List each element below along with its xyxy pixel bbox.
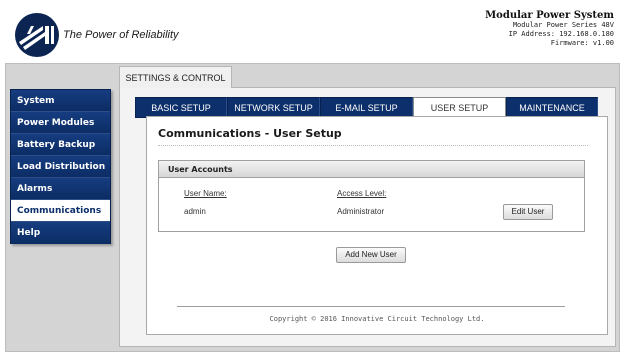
sidebar-item-power-modules[interactable]: Power Modules: [11, 112, 110, 134]
ip-address: IP Address: 192.168.0.180: [508, 30, 614, 38]
copyright: Copyright © 2016 Innovative Circuit Tech…: [269, 315, 485, 323]
system-model: Modular Power Series 48V: [512, 21, 614, 29]
sidebar-nav: System Power Modules Battery Backup Load…: [10, 89, 111, 244]
page-title: Communications - User Setup: [158, 127, 342, 140]
system-info: Modular Power System Modular Power Serie…: [485, 10, 614, 48]
access-level-value: Administrator: [337, 207, 385, 216]
tab-maintenance[interactable]: MAINTENANCE: [506, 97, 598, 118]
user-setup-content: Communications - User Setup User Account…: [146, 116, 608, 335]
setup-tabs: BASIC SETUP NETWORK SETUP E-MAIL SETUP U…: [135, 97, 598, 119]
sidebar-item-battery-backup[interactable]: Battery Backup: [11, 134, 110, 156]
edit-user-button[interactable]: Edit User: [503, 204, 553, 220]
col-access-level: Access Level:: [337, 189, 387, 198]
title-divider: [158, 145, 588, 146]
user-accounts-heading: User Accounts: [159, 161, 584, 178]
add-new-user-button[interactable]: Add New User: [336, 247, 406, 263]
system-title: Modular Power System: [485, 10, 614, 21]
col-user-name: User Name:: [184, 189, 227, 198]
tab-basic-setup[interactable]: BASIC SETUP: [135, 97, 227, 118]
user-name-value: admin: [184, 207, 206, 216]
footer-divider: [177, 306, 565, 307]
ict-logo: [15, 13, 59, 57]
tab-network-setup[interactable]: NETWORK SETUP: [227, 97, 320, 118]
sidebar-item-alarms[interactable]: Alarms: [11, 178, 110, 200]
tab-settings-control[interactable]: SETTINGS & CONTROL: [119, 66, 232, 88]
sidebar-item-help[interactable]: Help: [11, 222, 110, 244]
firmware-version: Firmware: v1.00: [550, 39, 614, 47]
sidebar-item-system[interactable]: System: [11, 90, 110, 112]
tab-email-setup[interactable]: E-MAIL SETUP: [320, 97, 413, 118]
header: The Power of Reliability Modular Power S…: [5, 4, 620, 59]
tagline: The Power of Reliability: [63, 29, 179, 41]
user-accounts-box: User Accounts User Name: Access Level: a…: [158, 160, 585, 232]
sidebar-item-communications[interactable]: Communications: [11, 200, 110, 222]
sidebar-item-load-distribution[interactable]: Load Distribution: [11, 156, 110, 178]
